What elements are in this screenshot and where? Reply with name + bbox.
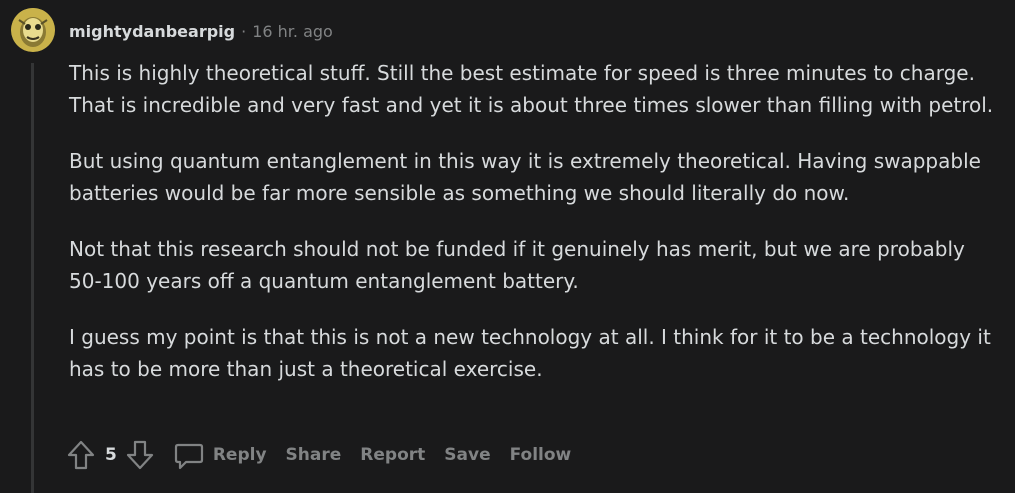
avatar-icon	[11, 8, 55, 52]
vote-score: 5	[105, 445, 117, 465]
upvote-button[interactable]	[66, 439, 96, 471]
downvote-icon	[126, 440, 153, 470]
avatar[interactable]	[11, 8, 55, 52]
comment-bubble-icon	[173, 439, 205, 471]
upvote-icon	[67, 440, 95, 470]
thread-line[interactable]	[31, 63, 34, 493]
comment-paragraph: This is highly theoretical stuff. Still …	[69, 61, 994, 117]
reply-label: Reply	[212, 445, 267, 465]
comment-header: mightydanbearpig · 16 hr. ago	[69, 19, 333, 43]
comment-actions: 5 Reply Share Report Save Follow	[66, 437, 590, 473]
username-link[interactable]: mightydanbearpig	[69, 22, 235, 41]
comment: mightydanbearpig · 16 hr. ago This is hi…	[0, 0, 1015, 493]
separator-dot: ·	[241, 21, 247, 41]
save-button[interactable]: Save	[444, 445, 490, 465]
reply-button[interactable]: Reply	[173, 439, 267, 471]
report-button[interactable]: Report	[360, 445, 425, 465]
comment-body: This is highly theoretical stuff. Still …	[69, 57, 999, 409]
share-button[interactable]: Share	[286, 445, 342, 465]
downvote-button[interactable]	[125, 439, 155, 471]
comment-paragraph: But using quantum entanglement in this w…	[69, 149, 981, 205]
comment-paragraph: I guess my point is that this is not a n…	[69, 325, 991, 381]
comment-paragraph: Not that this research should not be fun…	[69, 237, 965, 293]
follow-button[interactable]: Follow	[510, 445, 572, 465]
timestamp[interactable]: 16 hr. ago	[252, 22, 333, 41]
